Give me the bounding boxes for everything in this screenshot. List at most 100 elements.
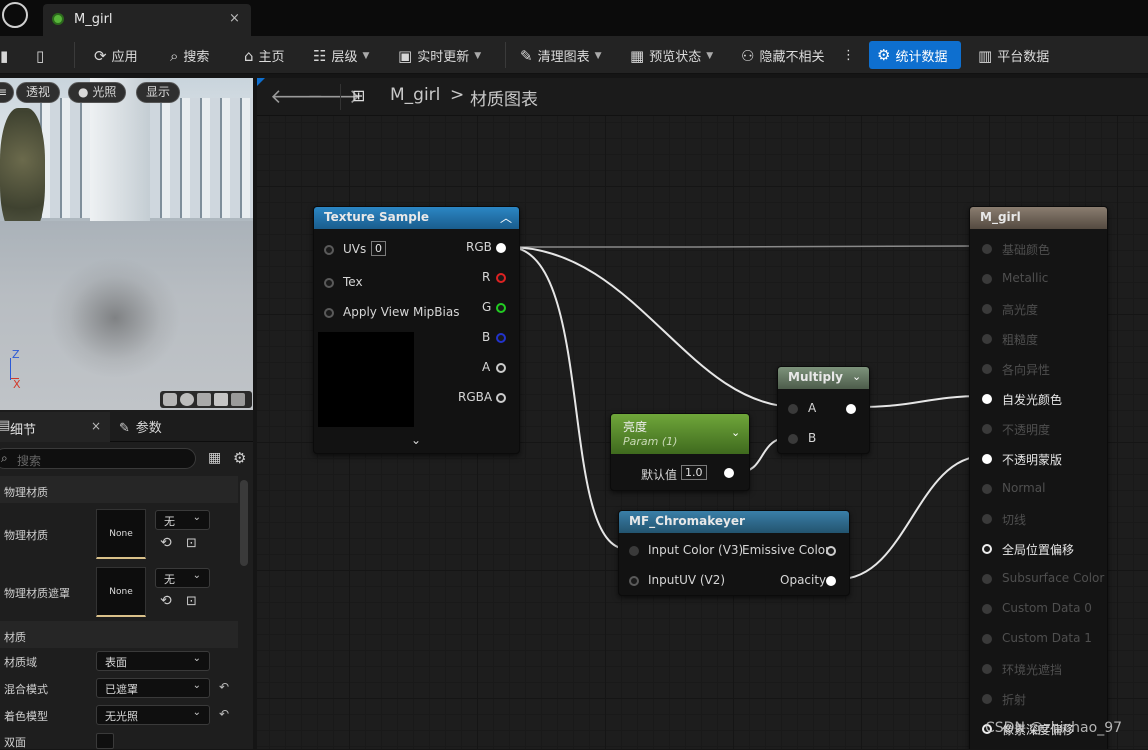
result-pin[interactable]	[982, 274, 992, 284]
preview-state-dropdown[interactable]: ▦ 预览状态 ▼	[630, 43, 713, 68]
browse-asset-icon[interactable]: ⊡	[186, 536, 197, 551]
result-pin[interactable]	[982, 454, 992, 464]
reset-to-default-icon[interactable]: ↶	[219, 707, 229, 721]
pin-a[interactable]	[496, 363, 506, 373]
pin-brightness-output[interactable]	[724, 468, 734, 478]
save-button[interactable]: ▮	[0, 43, 8, 68]
material-graph-canvas[interactable]: 🡐 🡒 ⊞ M_girl > 材质图表 Texture Sample ︿ UVs…	[257, 78, 1148, 749]
node-chromakeyer[interactable]: MF_Chromakeyer Input Color (V3) InputUV …	[618, 510, 850, 596]
pin-multiply-a[interactable]	[788, 404, 798, 414]
pin-mipbias[interactable]	[324, 308, 334, 318]
preview-viewport[interactable]: ≡ 透视 ● 光照 显示 Z X	[0, 78, 253, 410]
platform-stats-button[interactable]: ▥ 平台数据	[978, 43, 1049, 68]
phys-mask-thumbnail[interactable]: None	[96, 567, 146, 617]
two-sided-checkbox[interactable]	[96, 733, 114, 749]
teapot-icon[interactable]	[231, 393, 245, 406]
blend-mode-dropdown[interactable]: 已遮罩 ⌄	[96, 678, 210, 698]
pin-multiply-output[interactable]	[846, 404, 856, 414]
clean-graph-dropdown[interactable]: ✎ 清理图表 ▼	[520, 43, 602, 68]
sphere-icon[interactable]	[180, 393, 194, 406]
result-pin-label: 自发光颜色	[1002, 393, 1063, 407]
pin-opacity-output[interactable]	[826, 576, 836, 586]
collapse-chevron-icon[interactable]: ︿	[500, 209, 512, 226]
home-button[interactable]: ⌂ 主页	[244, 43, 285, 68]
node-result-header[interactable]: M_girl	[970, 207, 1107, 229]
collapse-chevron-icon[interactable]: ⌄	[852, 370, 861, 383]
pin-g[interactable]	[496, 303, 506, 313]
uvs-value-input[interactable]: 0	[371, 241, 386, 256]
node-texture-sample[interactable]: Texture Sample ︿ UVs 0 Tex Apply View Mi…	[313, 206, 520, 454]
settings-gear-icon[interactable]: ⚙	[233, 449, 246, 467]
pin-emissive-output[interactable]	[826, 546, 836, 556]
result-pin[interactable]	[982, 484, 992, 494]
more-options-button[interactable]: ⋮	[842, 43, 855, 68]
show-button[interactable]: 显示	[136, 82, 181, 103]
use-selected-icon[interactable]: ⟲	[160, 593, 172, 609]
node-texture-sample-title: Texture Sample	[324, 210, 430, 224]
browse-button[interactable]: ▯	[36, 43, 44, 68]
cylinder-icon[interactable]	[163, 393, 177, 406]
node-texture-sample-header[interactable]: Texture Sample	[314, 207, 519, 229]
pin-r[interactable]	[496, 273, 506, 283]
result-pin[interactable]	[982, 604, 992, 614]
lit-button[interactable]: ● 光照	[68, 82, 127, 103]
section-physical-material[interactable]: 物理材质	[0, 476, 238, 503]
tab-parameters[interactable]: ✎ 参数	[119, 417, 162, 436]
cube-icon[interactable]	[214, 393, 228, 406]
shading-model-dropdown[interactable]: 无光照 ⌄	[96, 705, 210, 725]
hide-unrelated-button[interactable]: ⚇ 隐藏不相关	[741, 43, 824, 68]
perspective-button[interactable]: 透视	[16, 82, 61, 103]
result-pin[interactable]	[982, 244, 992, 254]
details-scrollbar[interactable]	[240, 480, 248, 566]
pin-rgba[interactable]	[496, 393, 506, 403]
pin-multiply-b[interactable]	[788, 434, 798, 444]
close-details-button[interactable]: ×	[91, 419, 101, 433]
viewport-menu-button[interactable]: ≡	[0, 82, 15, 103]
result-pin[interactable]	[982, 664, 992, 674]
phys-mat-thumbnail[interactable]: None	[96, 509, 146, 559]
result-pin[interactable]	[982, 364, 992, 374]
collapse-chevron-icon[interactable]: ⌄	[731, 426, 740, 439]
stats-button[interactable]: ⚙ 统计数据	[869, 41, 961, 69]
result-pin[interactable]	[982, 334, 992, 344]
close-tab-button[interactable]: ×	[229, 11, 240, 26]
phys-mask-value: 无	[164, 573, 175, 586]
browse-asset-icon[interactable]: ⊡	[186, 594, 197, 609]
result-pin[interactable]	[982, 694, 992, 704]
table-view-icon[interactable]: ▦	[208, 450, 221, 466]
pin-b[interactable]	[496, 333, 506, 343]
phys-mask-picker[interactable]: 无 ⌄	[155, 568, 210, 588]
node-chromakeyer-header[interactable]: MF_Chromakeyer	[619, 511, 849, 533]
pin-uvs[interactable]	[324, 245, 334, 255]
pin-input-color[interactable]	[629, 546, 639, 556]
pin-tex[interactable]	[324, 278, 334, 288]
result-pin[interactable]	[982, 544, 992, 554]
details-search-input[interactable]: ⌕ 搜索	[0, 448, 196, 469]
section-material[interactable]: 材质	[0, 621, 238, 648]
expand-chevron-icon[interactable]: ⌄	[411, 433, 421, 447]
result-pin[interactable]	[982, 304, 992, 314]
apply-button[interactable]: ⟳ 应用	[94, 43, 138, 68]
live-update-dropdown[interactable]: ▣ 实时更新 ▼	[398, 43, 481, 68]
result-pin[interactable]	[982, 574, 992, 584]
use-selected-icon[interactable]: ⟲	[160, 535, 172, 551]
search-button[interactable]: ⌕ 搜索	[170, 43, 209, 68]
result-pin[interactable]	[982, 514, 992, 524]
tab-details[interactable]: ▤ 细节 ×	[0, 412, 110, 442]
result-pin[interactable]	[982, 394, 992, 404]
result-pin[interactable]	[982, 634, 992, 644]
hierarchy-dropdown[interactable]: ☷ 层级 ▼	[313, 43, 369, 68]
node-multiply[interactable]: Multiply ⌄ A B	[777, 366, 870, 454]
default-value-input[interactable]: 1.0	[681, 465, 707, 480]
reset-to-default-icon[interactable]: ↶	[219, 680, 229, 694]
pin-input-uv[interactable]	[629, 576, 639, 586]
node-material-result[interactable]: M_girl 基础颜色 Metallic 高光度 粗糙度 各向异性 自发光颜色 不透明度 不透…	[969, 206, 1108, 749]
unreal-logo-icon[interactable]	[2, 2, 28, 28]
material-domain-dropdown[interactable]: 表面 ⌄	[96, 651, 210, 671]
result-pin[interactable]	[982, 424, 992, 434]
plane-icon[interactable]	[197, 393, 211, 406]
pin-rgb[interactable]	[496, 243, 506, 253]
phys-mat-picker[interactable]: 无 ⌄	[155, 510, 210, 530]
document-tab[interactable]: M_girl ×	[43, 4, 251, 36]
node-brightness-param[interactable]: 亮度 Param (1) ⌄ 默认值 1.0	[610, 413, 750, 491]
